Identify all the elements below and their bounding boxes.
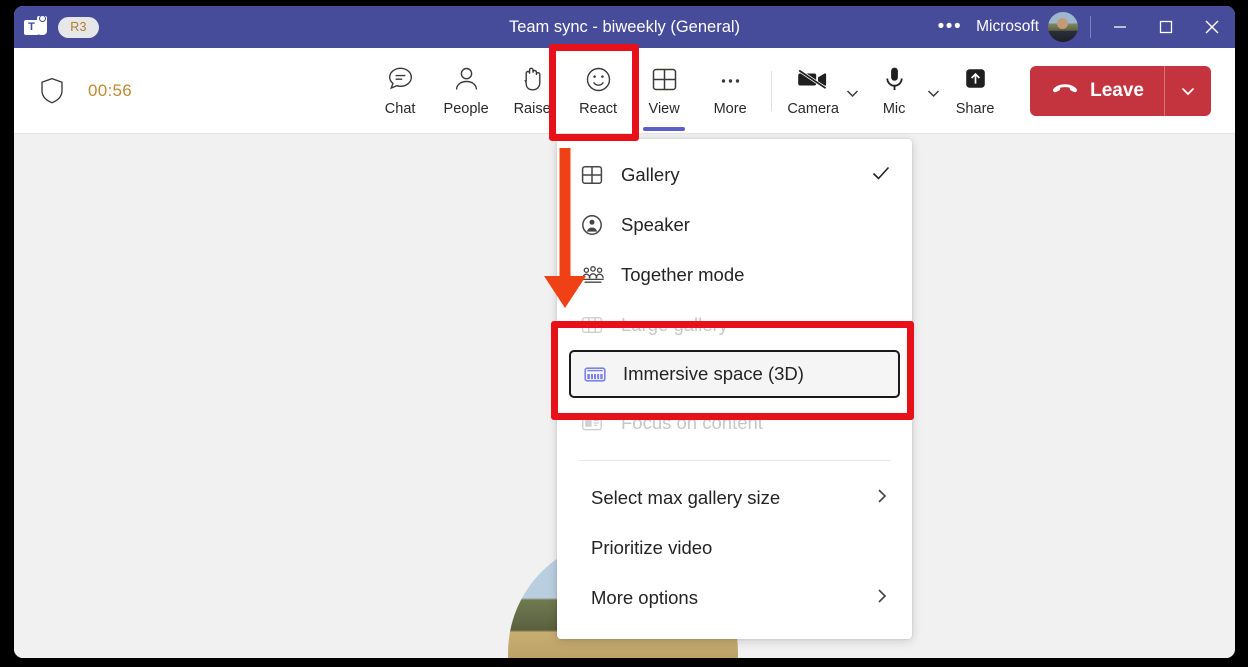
window-title-bar: T R3 Team sync - biweekly (General) ••• …	[14, 6, 1235, 48]
toolbar-button-raise[interactable]: Raise	[499, 55, 565, 127]
checkmark-icon	[870, 162, 892, 189]
menu-item-more-options[interactable]: More options	[557, 573, 912, 623]
toolbar-divider	[771, 71, 772, 111]
toolbar-button-mic[interactable]: Mic	[861, 55, 927, 127]
toolbar-button-share[interactable]: Share	[942, 55, 1008, 127]
toolbar-label-share: Share	[956, 101, 995, 117]
teams-logo-dot	[39, 15, 46, 22]
minimize-button[interactable]	[1097, 6, 1143, 48]
menu-item-prioritize-video[interactable]: Prioritize video	[557, 523, 912, 573]
organization-label: Microsoft	[972, 18, 1048, 36]
titlebar-divider	[1090, 16, 1091, 38]
together-mode-icon	[581, 264, 611, 286]
hangup-phone-icon	[1052, 80, 1078, 102]
toolbar-label-react: React	[579, 101, 617, 117]
people-icon	[452, 64, 481, 94]
toolbar-label-people: People	[444, 101, 489, 117]
microphone-icon	[880, 64, 909, 94]
leave-main-action[interactable]: Leave	[1030, 66, 1164, 116]
toolbar-label-chat: Chat	[385, 101, 416, 117]
mic-control-group: Mic	[861, 55, 942, 127]
camera-off-icon	[797, 64, 829, 94]
submenu-arrow-icon	[872, 486, 892, 511]
menu-item-focus-on-content: Focus on content	[557, 398, 912, 448]
menu-item-immersive-space[interactable]: Immersive space (3D)	[569, 350, 900, 398]
meeting-toolbar: 00:56 Chat	[14, 48, 1235, 134]
toolbar-button-camera[interactable]: Camera	[780, 55, 846, 127]
menu-label-immersive-space: Immersive space (3D)	[623, 363, 804, 385]
toolbar-button-people[interactable]: People	[433, 55, 499, 127]
view-active-underline	[643, 127, 685, 131]
focus-content-icon	[581, 412, 611, 434]
camera-chevron-down-icon[interactable]	[844, 85, 861, 107]
menu-label-gallery: Gallery	[621, 164, 680, 186]
toolbar-label-raise: Raise	[514, 101, 551, 117]
menu-label-speaker: Speaker	[621, 214, 690, 236]
menu-label-select-max-gallery-size: Select max gallery size	[591, 487, 780, 509]
user-avatar[interactable]	[1048, 12, 1078, 42]
screenshot-root: T R3 Team sync - biweekly (General) ••• …	[0, 0, 1248, 667]
menu-item-gallery[interactable]: Gallery	[557, 150, 912, 200]
speaker-person-icon	[581, 214, 611, 236]
menu-item-large-gallery: Large gallery	[557, 300, 912, 350]
toolbar-label-camera: Camera	[787, 101, 839, 117]
more-ellipsis-icon	[716, 64, 745, 94]
menu-label-large-gallery: Large gallery	[621, 314, 728, 336]
camera-control-group: Camera	[780, 55, 861, 127]
toolbar-button-view[interactable]: View	[631, 55, 697, 127]
share-screen-icon	[961, 64, 990, 94]
raise-hand-icon	[518, 64, 547, 94]
immersive-3d-icon	[583, 363, 613, 385]
menu-label-more-options: More options	[591, 587, 698, 609]
toolbar-button-more[interactable]: More	[697, 55, 763, 127]
menu-separator	[579, 460, 890, 461]
meeting-timer: 00:56	[88, 81, 132, 101]
leave-label: Leave	[1090, 80, 1144, 102]
titlebar-right-group: ••• Microsoft	[928, 6, 1235, 48]
maximize-button[interactable]	[1143, 6, 1189, 48]
large-gallery-icon	[581, 314, 611, 336]
menu-item-together-mode[interactable]: Together mode	[557, 250, 912, 300]
chat-icon	[386, 64, 415, 94]
view-grid-icon	[650, 64, 679, 94]
gallery-grid-icon	[581, 164, 611, 186]
titlebar-overflow-icon[interactable]: •••	[928, 6, 972, 48]
menu-label-focus-on-content: Focus on content	[621, 412, 763, 434]
mic-chevron-down-icon[interactable]	[925, 85, 942, 107]
leave-meeting-button[interactable]: Leave	[1030, 66, 1211, 116]
leave-chevron-down-icon[interactable]	[1165, 66, 1211, 116]
toolbar-actions: Chat People	[367, 55, 1235, 127]
menu-label-together-mode: Together mode	[621, 264, 744, 286]
toolbar-label-view: View	[649, 101, 680, 117]
react-smiley-icon	[584, 64, 613, 94]
toolbar-label-mic: Mic	[883, 101, 906, 117]
teams-logo-icon: T	[24, 16, 47, 39]
toolbar-button-chat[interactable]: Chat	[367, 55, 433, 127]
toolbar-button-react[interactable]: React	[565, 55, 631, 127]
menu-item-select-max-gallery-size[interactable]: Select max gallery size	[557, 473, 912, 523]
view-dropdown-menu: Gallery Speaker	[557, 139, 912, 639]
shield-icon	[40, 77, 64, 104]
app-ring-badge: R3	[58, 17, 99, 38]
close-button[interactable]	[1189, 6, 1235, 48]
toolbar-label-more: More	[714, 101, 747, 117]
menu-item-speaker[interactable]: Speaker	[557, 200, 912, 250]
submenu-arrow-icon	[872, 586, 892, 611]
menu-label-prioritize-video: Prioritize video	[591, 537, 712, 559]
titlebar-left-group: T R3	[14, 16, 314, 39]
